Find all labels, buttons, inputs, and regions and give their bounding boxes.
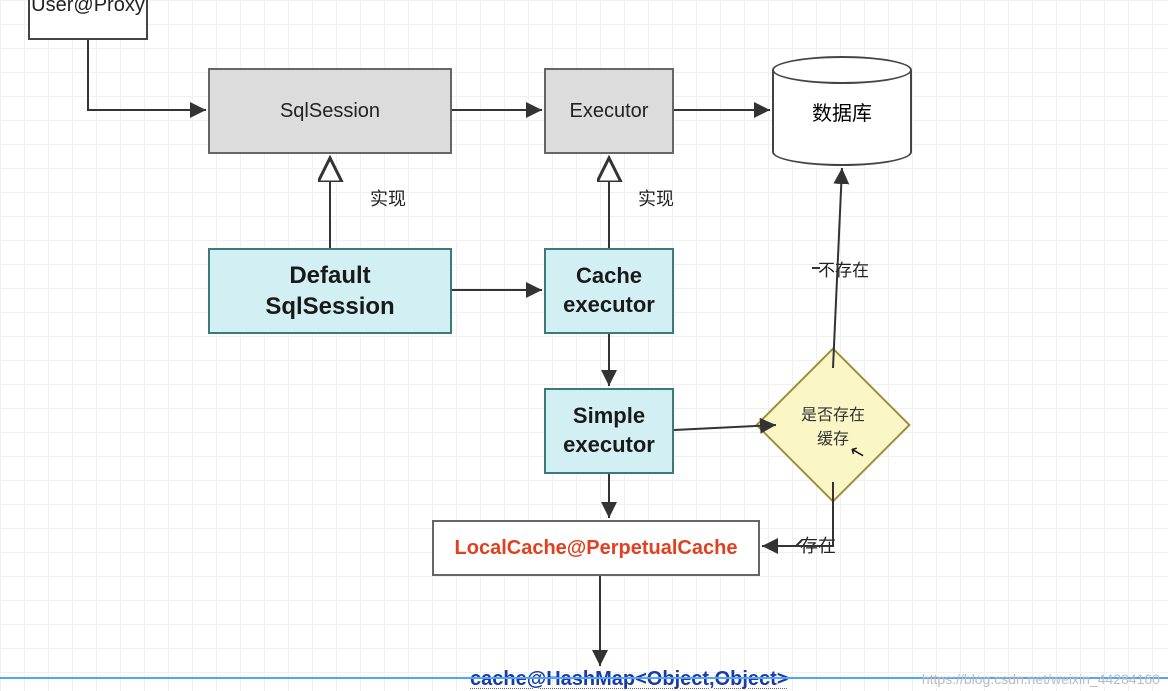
node-hashmap: cache@HashMap<Object,Object> xyxy=(470,668,789,691)
watermark: https://blog.csdn.net/weixin_44284160 xyxy=(922,671,1160,687)
node-executor-label: Executor xyxy=(570,98,649,124)
label-not-exist: 不存在 xyxy=(818,256,869,281)
node-local-cache: LocalCache@PerpetualCache xyxy=(432,520,760,576)
node-cache-check: 是否存在 缓存 xyxy=(778,370,888,480)
node-local-cache-label: LocalCache@PerpetualCache xyxy=(455,535,738,561)
node-simple-executor-label: Simple executor xyxy=(563,402,655,459)
label-implement-1: 实现 xyxy=(370,185,406,211)
node-executor: Executor xyxy=(544,68,674,154)
node-cache-executor: Cache executor xyxy=(544,248,674,334)
node-simple-executor: Simple executor xyxy=(544,388,674,474)
node-sql-session: SqlSession xyxy=(208,68,452,154)
node-user-proxy: User@Proxy xyxy=(28,0,148,40)
node-hashmap-label: cache@HashMap<Object,Object> xyxy=(470,668,789,690)
node-user-proxy-label: User@Proxy xyxy=(31,0,145,18)
node-database-label: 数据库 xyxy=(812,97,872,126)
node-default-sql-session: Default SqlSession xyxy=(208,248,452,334)
label-implement-2: 实现 xyxy=(638,185,674,211)
node-cache-executor-label: Cache executor xyxy=(563,262,655,319)
node-default-sql-session-label: Default SqlSession xyxy=(265,260,394,322)
label-exist: 存在 xyxy=(800,532,836,558)
node-sql-session-label: SqlSession xyxy=(280,98,380,124)
node-database: 数据库 xyxy=(772,56,912,166)
